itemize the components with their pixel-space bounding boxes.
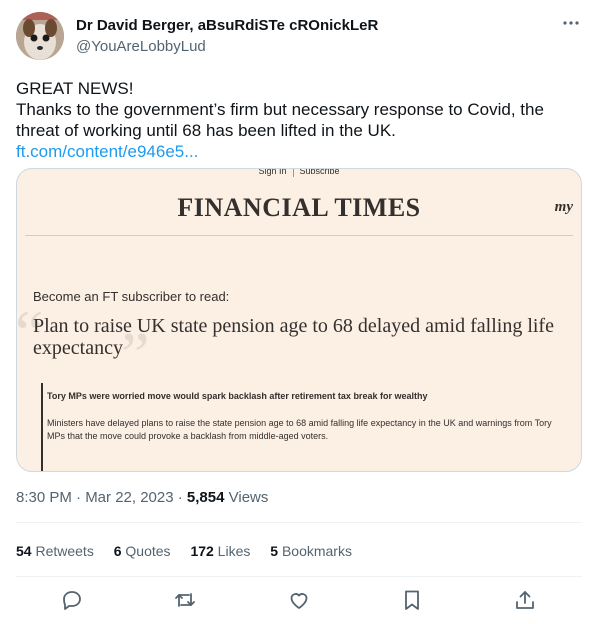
author-handle[interactable]: @YouAreLobbyLud [76,38,206,55]
share-icon[interactable] [513,588,539,614]
tweet-time[interactable]: 8:30 PM · Mar 22, 2023 · [16,489,187,506]
divider [16,522,582,523]
retweets-stat[interactable]: 54 Retweets [16,543,94,559]
avatar-image [16,12,64,60]
tweet-line: GREAT NEWS! [16,79,134,98]
bookmark-icon[interactable] [400,588,426,614]
like-icon[interactable] [287,588,313,614]
quote-close-icon: ” [121,319,150,390]
ft-top-links: Sign In Subscribe [17,169,581,181]
divider [41,383,43,471]
subscribe-link: Subscribe [299,168,340,176]
subscribe-prompt: Become an FT subscriber to read: [33,289,230,304]
more-icon[interactable] [562,14,580,37]
bookmarks-stat[interactable]: 5 Bookmarks [270,543,352,559]
retweet-icon[interactable] [173,588,199,614]
ft-my-logo: my [554,199,573,215]
article-headline: Plan to raise UK state pension age to 68… [33,315,554,359]
tweet-line: Thanks to the government’s firm but nece… [16,100,544,119]
tweet-line: threat of working until 68 has been lift… [16,121,396,140]
article-standfirst: Tory MPs were worried move would spark b… [47,391,428,401]
quotes-stat[interactable]: 6 Quotes [114,543,171,559]
divider [25,235,573,236]
views-count: 5,854 [186,489,225,506]
ft-masthead: FINANCIAL TIMES [177,193,421,222]
avatar[interactable] [16,12,64,60]
views-label: Views [224,489,269,506]
tweet-link[interactable]: ft.com/content/e946e5... [16,142,198,161]
action-bar [0,586,598,616]
reply-icon[interactable] [60,588,86,614]
likes-stat[interactable]: 172 Likes [190,543,250,559]
tweet-timestamp: 8:30 PM · Mar 22, 2023 · 5,854 Views [16,489,268,506]
tweet-text: GREAT NEWS! Thanks to the government’s f… [16,78,576,162]
divider [16,576,582,577]
engagement-stats: 54 Retweets 6 Quotes 172 Likes 5 Bookmar… [16,543,368,559]
sign-in-link: Sign In [258,168,287,176]
author-name[interactable]: Dr David Berger, aBsuRdiSTe cROnickLeR [76,17,378,34]
article-paragraph: Ministers have delayed plans to raise th… [47,418,552,441]
link-card[interactable]: Sign In Subscribe FINANCIAL TIMES my Beco… [16,168,582,472]
